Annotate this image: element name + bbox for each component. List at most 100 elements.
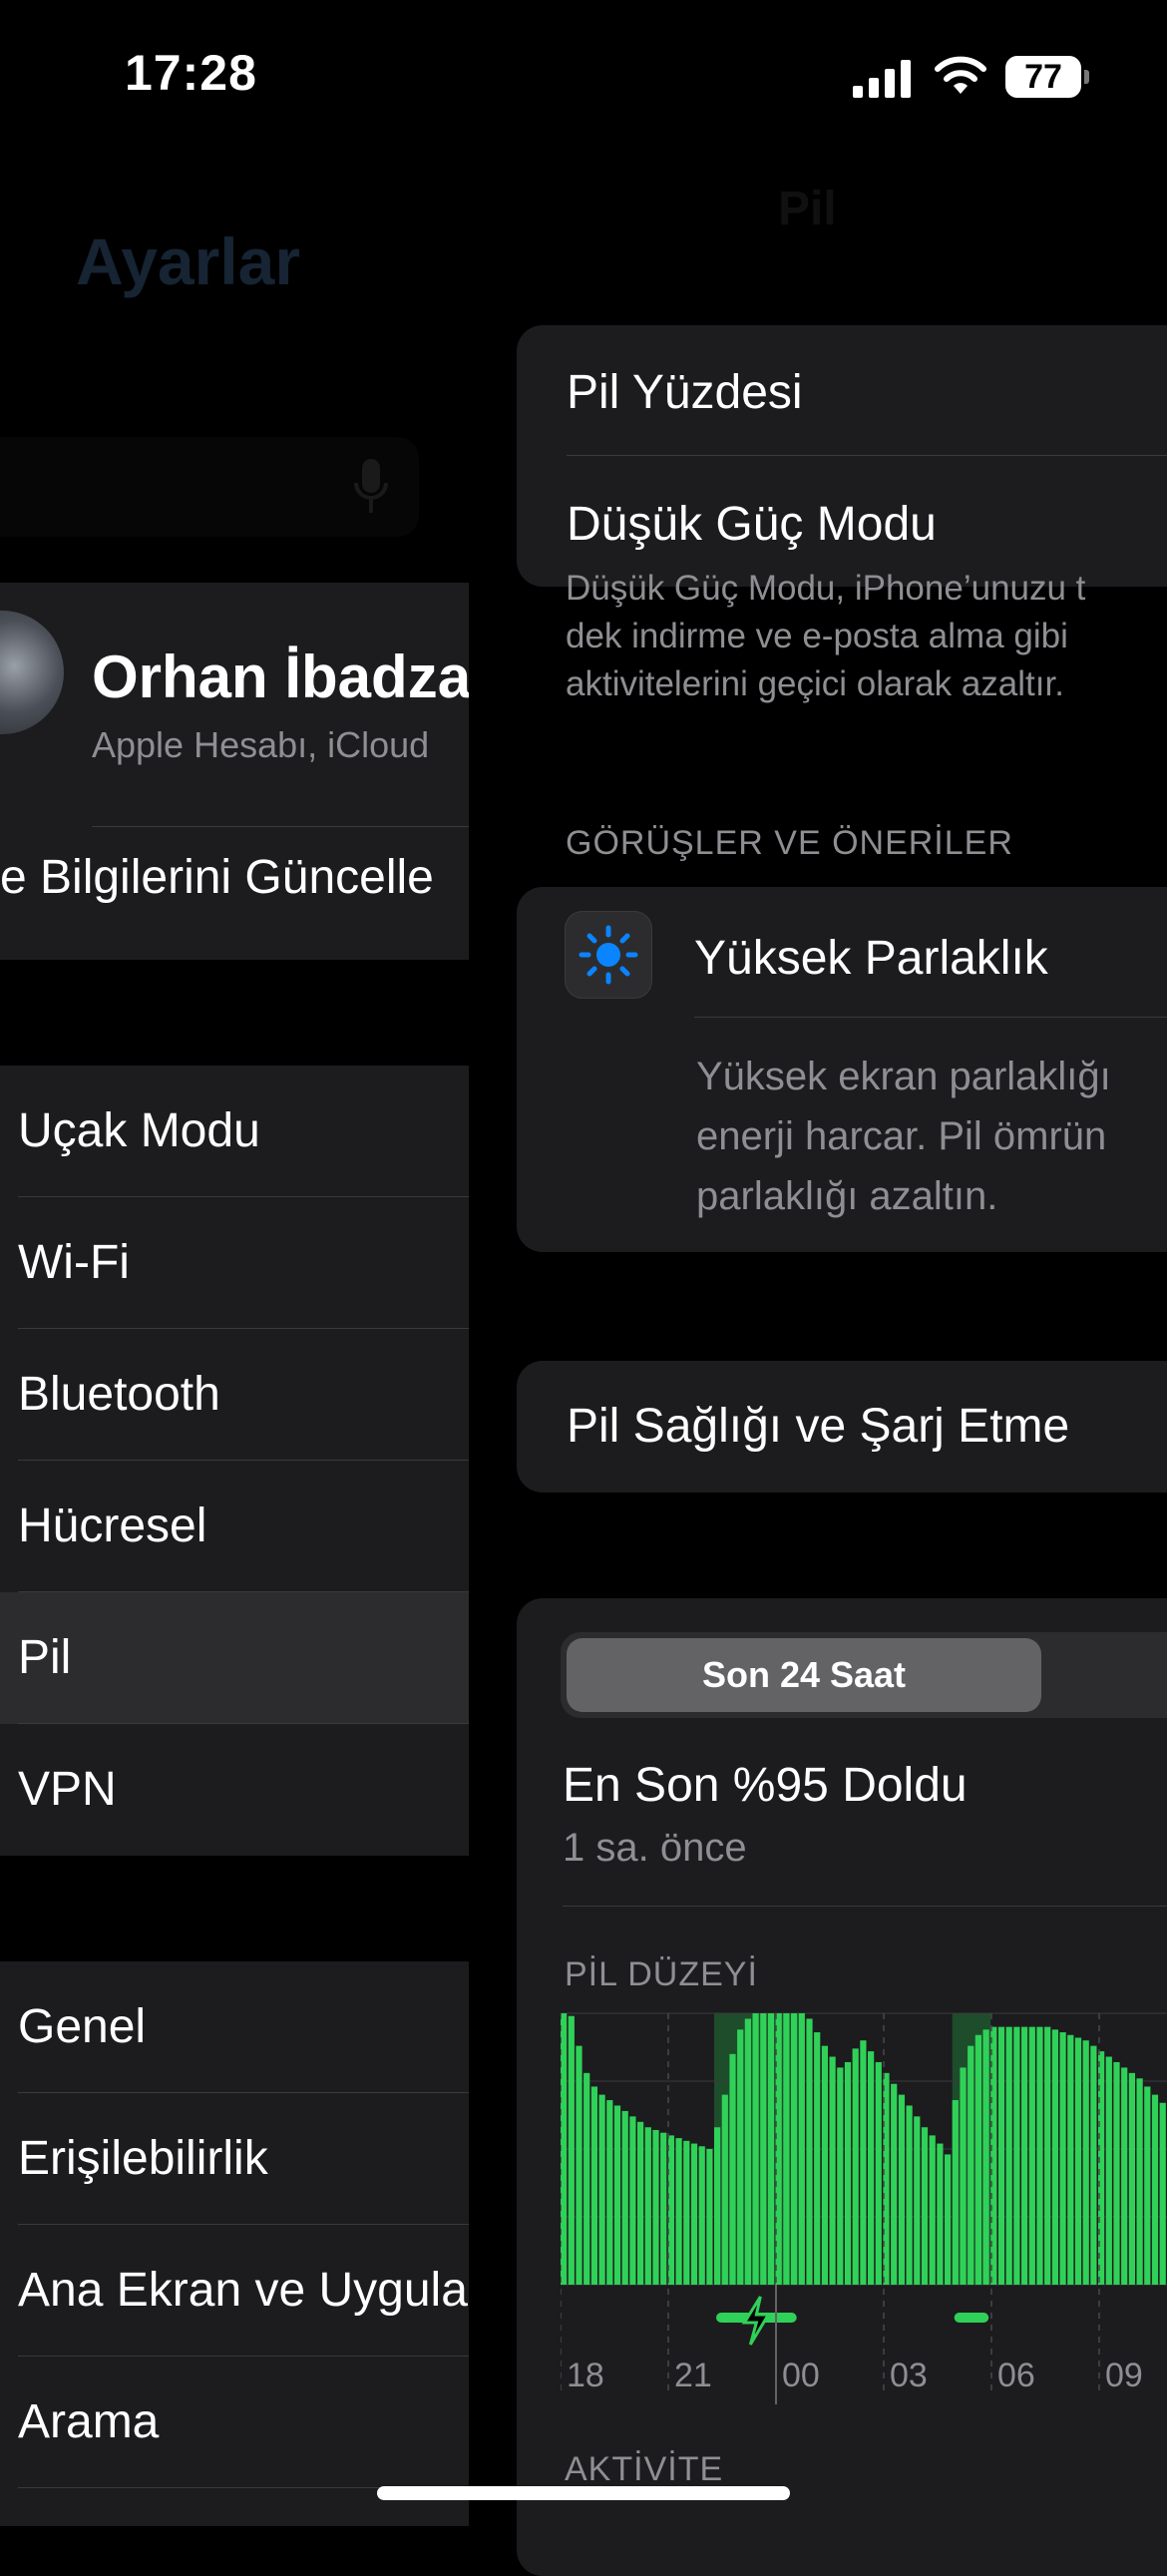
battery-level-bar xyxy=(675,2138,682,2285)
segment-last-24-hours[interactable]: Son 24 Saat xyxy=(567,1638,1041,1712)
battery-level-bar xyxy=(637,2121,644,2285)
battery-level-bar xyxy=(706,2149,713,2285)
settings-item-wifi[interactable]: Wi-Fi xyxy=(0,1197,469,1329)
settings-item-label: Uçak Modu xyxy=(18,1104,260,1157)
battery-level-bar xyxy=(837,2067,844,2285)
battery-level-bar xyxy=(829,2056,836,2285)
charging-indicator xyxy=(954,2313,989,2323)
recommendation-description: Yüksek ekran parlaklığı enerji harcar. P… xyxy=(696,1047,1111,1226)
battery-level-bar xyxy=(1036,2026,1043,2285)
battery-level-bar xyxy=(906,2105,913,2285)
battery-level-bar xyxy=(806,2018,813,2285)
wifi-icon xyxy=(935,56,986,94)
avatar[interactable] xyxy=(0,611,64,734)
settings-item-battery[interactable]: Pil xyxy=(0,1592,469,1724)
battery-level-bar xyxy=(698,2146,705,2285)
x-tick-label: 03 xyxy=(890,2357,928,2394)
battery-level-bar xyxy=(898,2094,905,2285)
settings-item-label: Pil xyxy=(18,1631,72,1684)
battery-level-bar xyxy=(1082,2040,1089,2285)
battery-level-bar xyxy=(860,2040,867,2285)
settings-item-label: Hücresel xyxy=(18,1500,207,1552)
x-tick-label: 09 xyxy=(1105,2357,1143,2394)
battery-level-bar xyxy=(1028,2026,1035,2285)
x-tick-label: 21 xyxy=(674,2357,712,2394)
settings-item-airplane-mode[interactable]: Uçak Modu xyxy=(0,1066,469,1197)
settings-item-general[interactable]: Genel xyxy=(0,1961,469,2093)
battery-level-bar xyxy=(821,2045,828,2285)
battery-level-bar xyxy=(683,2140,690,2285)
divider xyxy=(563,1906,1167,1907)
footer-line: aktivitelerini geçici olarak azaltır. xyxy=(566,664,1064,703)
low-power-mode-item[interactable]: Düşük Güç Modu xyxy=(567,497,937,552)
battery-level-bar xyxy=(875,2061,882,2285)
battery-level-bar xyxy=(606,2100,613,2285)
battery-level-bar xyxy=(729,2053,736,2285)
battery-level-bar xyxy=(1144,2086,1151,2285)
charging-bolt-icon xyxy=(741,2296,771,2346)
battery-level-bar xyxy=(968,2045,974,2285)
settings-item-search[interactable]: Arama xyxy=(0,2357,469,2488)
x-tick-label: 18 xyxy=(567,2357,604,2394)
profile-name[interactable]: Orhan İbadzad xyxy=(92,643,469,711)
battery-options-card: Pil Yüzdesi Düşük Güç Modu xyxy=(517,325,1167,587)
battery-level-bar xyxy=(783,2013,790,2285)
battery-level-bar xyxy=(744,2018,751,2285)
battery-level-bar xyxy=(868,2051,875,2285)
microphone-icon[interactable] xyxy=(354,459,388,515)
battery-level-bar xyxy=(982,2029,989,2285)
battery-level-bar xyxy=(852,2048,859,2285)
battery-level-bar xyxy=(997,2026,1005,2285)
description-line: Yüksek ekran parlaklığı xyxy=(696,1055,1111,1098)
update-info-item[interactable]: me Bilgilerini Güncelle xyxy=(0,850,434,905)
battery-level-bar xyxy=(561,2013,568,2285)
activity-header: AKTİVİTE xyxy=(565,2450,724,2488)
settings-item-label: Bluetooth xyxy=(18,1368,220,1421)
battery-nub xyxy=(1084,70,1089,84)
battery-level-bar xyxy=(1067,2034,1074,2285)
recommendation-card[interactable]: Yüksek Parlaklık Yüksek ekran parlaklığı… xyxy=(517,887,1167,1252)
time-range-segmented-control[interactable]: Son 24 Saat xyxy=(561,1632,1167,1718)
battery-level-bar xyxy=(1121,2067,1128,2285)
battery-level-bar xyxy=(1005,2026,1012,2285)
battery-percentage-item[interactable]: Pil Yüzdesi xyxy=(567,365,803,420)
settings-item-label: Wi-Fi xyxy=(18,1236,130,1289)
battery-percent: 77 xyxy=(1005,56,1081,98)
battery-level-bar xyxy=(613,2105,621,2285)
battery-level-bar xyxy=(1105,2056,1112,2285)
battery-level-bar xyxy=(1151,2094,1159,2285)
settings-item-cellular[interactable]: Hücresel xyxy=(0,1461,469,1592)
battery-level-bar xyxy=(752,2013,759,2285)
battery-health-card[interactable]: Pil Sağlığı ve Şarj Etme xyxy=(517,1361,1167,1493)
battery-icon: 77 xyxy=(1005,56,1089,98)
profile-group: Orhan İbadzad Apple Hesabı, iCloud me Bi… xyxy=(0,583,469,960)
recommendation-title: Yüksek Parlaklık xyxy=(694,932,1048,985)
settings-item-vpn[interactable]: VPN xyxy=(0,1724,469,1856)
battery-level-bar xyxy=(584,2072,590,2285)
insights-header: GÖRÜŞLER VE ÖNERİLER xyxy=(566,824,1013,862)
settings-item-bluetooth[interactable]: Bluetooth xyxy=(0,1329,469,1461)
footer-line: Düşük Güç Modu, iPhone’unuzu t xyxy=(566,569,1086,608)
profile-subtitle: Apple Hesabı, iCloud xyxy=(92,724,430,765)
battery-level-bar xyxy=(945,2154,952,2285)
settings-item-accessibility[interactable]: Erişilebilirlik xyxy=(0,2093,469,2225)
battery-usage-card: Son 24 Saat En Son %95 Doldu 1 sa. önce … xyxy=(517,1598,1167,2576)
battery-level-bar xyxy=(660,2132,667,2285)
settings-item-label: VPN xyxy=(18,1763,117,1816)
battery-level-bar xyxy=(576,2045,583,2285)
battery-level-bar xyxy=(1113,2061,1120,2285)
settings-item-home-screen[interactable]: Ana Ekran ve Uygula xyxy=(0,2225,469,2357)
battery-level-bar xyxy=(937,2143,944,2285)
battery-level-bar xyxy=(1159,2102,1166,2285)
battery-level-bar xyxy=(721,2094,728,2285)
battery-level-bar xyxy=(1128,2072,1135,2285)
low-power-footer: Düşük Güç Modu, iPhone’unuzu t dek indir… xyxy=(566,565,1167,708)
description-line: parlaklığı azaltın. xyxy=(696,1174,998,1218)
battery-health-item[interactable]: Pil Sağlığı ve Şarj Etme xyxy=(567,1399,1069,1454)
battery-level-bar xyxy=(974,2034,981,2285)
settings-item-label: Genel xyxy=(18,2000,147,2053)
battery-level-bar xyxy=(791,2013,798,2285)
battery-level-bar xyxy=(714,2127,721,2285)
battery-level-bar xyxy=(891,2083,898,2285)
battery-level-bar xyxy=(1021,2026,1028,2285)
